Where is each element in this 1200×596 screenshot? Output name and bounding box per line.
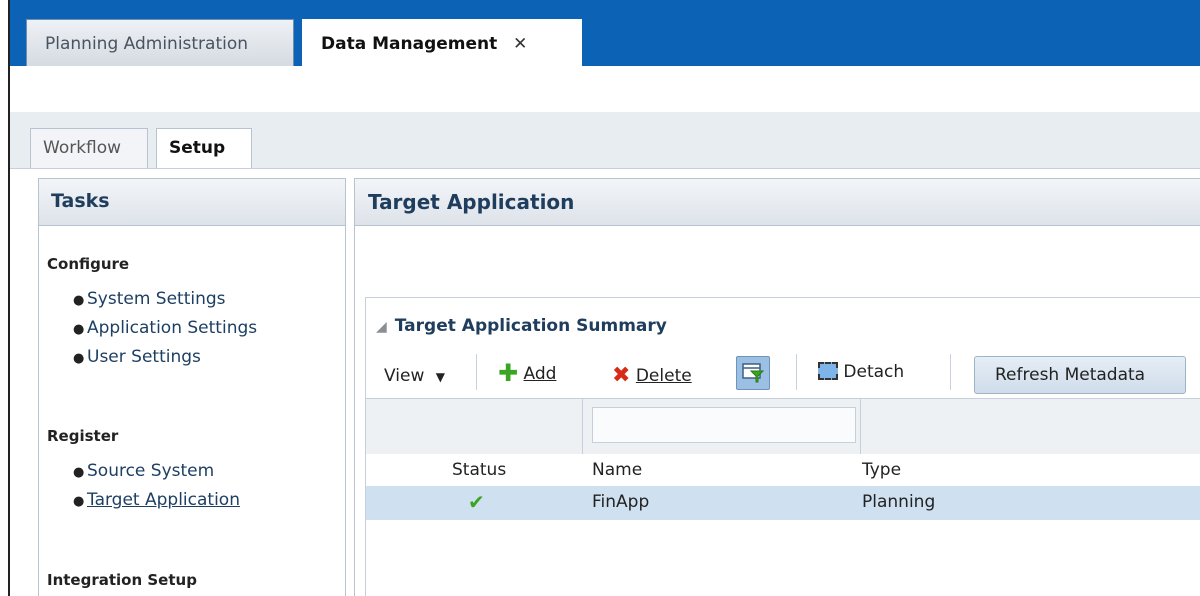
task-link-source-system[interactable]: ● Source System <box>73 461 240 490</box>
sub-tab-strip: Workflow Setup <box>10 112 1200 169</box>
target-application-summary: ◢ Target Application Summary View ▼ ✚ Add… <box>365 297 1200 596</box>
detach-icon <box>818 362 838 380</box>
toolbar-separator <box>476 354 477 390</box>
column-header-name[interactable]: Name <box>592 460 642 480</box>
tab-data-management[interactable]: Data Management ✕ <box>302 19 582 66</box>
register-section-title: Register <box>47 427 119 445</box>
close-icon[interactable]: ✕ <box>513 34 527 54</box>
tab-planning-administration-label: Planning Administration <box>45 34 249 54</box>
summary-header[interactable]: ◢ Target Application Summary <box>376 316 667 336</box>
application-frame: Planning Administration Data Management … <box>8 0 1200 596</box>
target-application-panel: Target Application ◢ Target Application S… <box>354 178 1200 596</box>
delete-icon: ✖ <box>612 363 631 388</box>
filter-icon <box>742 363 764 383</box>
name-filter-input[interactable] <box>592 407 856 443</box>
check-icon: ✔ <box>468 490 485 514</box>
add-button-label: Add <box>523 364 557 384</box>
detach-button-label: Detach <box>843 362 905 382</box>
delete-button-label: Delete <box>635 366 692 386</box>
tab-planning-administration[interactable]: Planning Administration <box>26 19 294 66</box>
bullet-icon: ● <box>73 351 85 366</box>
column-divider <box>860 399 861 455</box>
target-application-panel-title: Target Application <box>355 179 1200 226</box>
collapse-triangle-icon[interactable]: ◢ <box>376 319 387 335</box>
refresh-metadata-label: Refresh Metadata <box>995 365 1146 385</box>
table-header-row: Status Name Type <box>366 454 1200 486</box>
tab-setup[interactable]: Setup <box>156 128 252 168</box>
summary-toolbar: View ▼ ✚ Add ✖ Delete Detach Refresh Met… <box>366 348 1200 398</box>
top-tab-bar: Planning Administration Data Management … <box>10 0 1200 66</box>
tab-data-management-label: Data Management <box>321 34 498 54</box>
task-link-application-settings[interactable]: ● Application Settings <box>73 318 257 347</box>
task-link-user-settings[interactable]: ● User Settings <box>73 347 257 376</box>
tab-setup-label: Setup <box>169 138 226 158</box>
column-header-type[interactable]: Type <box>862 460 901 480</box>
summary-title: Target Application Summary <box>394 316 667 336</box>
task-link-system-settings[interactable]: ● System Settings <box>73 289 257 318</box>
tasks-panel-title: Tasks <box>39 179 345 226</box>
row-type: Planning <box>862 492 936 512</box>
view-menu-label: View <box>384 366 425 386</box>
add-icon: ✚ <box>498 359 519 387</box>
row-name: FinApp <box>592 492 650 512</box>
bullet-icon: ● <box>73 465 85 480</box>
bullet-icon: ● <box>73 494 85 509</box>
filter-row <box>366 398 1200 456</box>
tab-workflow[interactable]: Workflow <box>30 128 148 168</box>
table-row[interactable]: ✔ FinApp Planning <box>366 486 1200 520</box>
chevron-down-icon: ▼ <box>435 370 445 384</box>
refresh-metadata-button[interactable]: Refresh Metadata <box>974 356 1186 394</box>
register-link-list: ● Source System ● Target Application <box>73 461 240 519</box>
delete-button[interactable]: ✖ Delete <box>612 356 692 390</box>
add-button[interactable]: ✚ Add <box>498 356 556 390</box>
query-by-example-button[interactable] <box>736 356 770 390</box>
tab-workflow-label: Workflow <box>43 138 122 158</box>
view-menu-button[interactable]: View ▼ <box>384 360 445 394</box>
toolbar-separator <box>796 354 797 390</box>
content-header-bar <box>10 66 1200 113</box>
target-application-table: Status Name Type ✔ FinApp Planning <box>366 398 1200 596</box>
tasks-panel: Tasks Configure ● System Settings ● Applic… <box>38 178 346 596</box>
task-link-target-application[interactable]: ● Target Application <box>73 490 240 519</box>
detach-button[interactable]: Detach <box>818 356 904 390</box>
toolbar-separator <box>950 354 951 390</box>
integration-setup-section-title: Integration Setup <box>47 571 197 589</box>
column-divider <box>582 399 583 455</box>
bullet-icon: ● <box>73 322 85 337</box>
configure-section-title: Configure <box>47 255 130 273</box>
column-header-status[interactable]: Status <box>452 460 506 480</box>
configure-link-list: ● System Settings ● Application Settings ●… <box>73 289 257 376</box>
bullet-icon: ● <box>73 293 85 308</box>
